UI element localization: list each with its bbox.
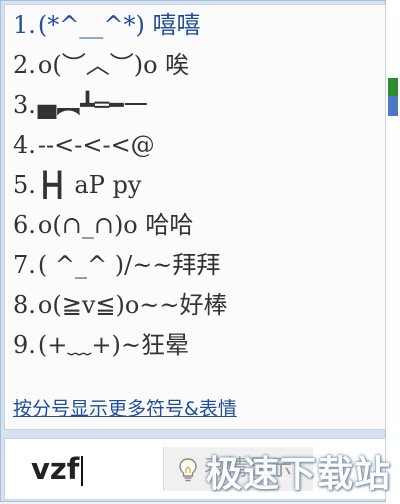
candidate-text: o(︶︿︶)o 唉 [37,51,190,79]
candidate-number: 5. [13,171,36,199]
background-window-fragment [388,78,398,96]
candidate-7[interactable]: 7.( ^_^ )/~~拜拜 [13,245,228,285]
candidate-number: 1. [13,11,36,39]
candidate-text: ▄︻┻═━一 [37,91,148,119]
candidate-2[interactable]: 2.o(︶︿︶)o 唉 [13,45,228,85]
background-window-fragment [388,96,398,116]
candidate-number: 4. [13,131,36,159]
candidate-number: 2. [13,51,36,79]
more-symbols-link[interactable]: 按分号显示更多符号&表情 [13,395,237,423]
background-window-edge [386,0,400,504]
candidate-number: 6. [13,211,36,239]
candidate-list: 1.(*^__^*) 嘻嘻 2.o(︶︿︶)o 唉 3.▄︻┻═━一 4.--<… [13,5,228,365]
candidate-text: (*^__^*) 嘻嘻 [37,11,201,39]
candidate-text: --<-<-<@ [37,131,155,159]
text-caret [81,456,84,486]
composition-input[interactable]: vzf [31,449,84,489]
emoji-hint-button[interactable]: 表情显示 [163,447,313,491]
candidate-8[interactable]: 8.o(≧v≦)o~~好棒 [13,285,228,325]
candidate-number: 3. [13,91,36,119]
candidate-number: 8. [13,291,36,319]
candidate-6[interactable]: 6.o(∩_∩)o 哈哈 [13,205,228,245]
candidate-3[interactable]: 3.▄︻┻═━一 [13,85,228,125]
composition-row: vzf 表情显示 [4,438,386,500]
candidate-5[interactable]: 5.┣┫ aP py [13,165,228,205]
candidate-9[interactable]: 9.(+﹏+)~狂晕 [13,325,228,365]
candidate-text: (+﹏+)~狂晕 [37,331,189,359]
candidate-number: 7. [13,251,36,279]
ime-candidate-window: 1.(*^__^*) 嘻嘻 2.o(︶︿︶)o 唉 3.▄︻┻═━一 4.--<… [0,0,386,502]
candidate-text: ( ^_^ )/~~拜拜 [37,251,221,279]
candidate-number: 9. [13,331,36,359]
candidate-text: ┣┫ aP py [37,171,142,199]
emoji-hint-label: 表情显示 [204,456,293,481]
lightbulb-icon [179,458,197,482]
candidate-panel: 1.(*^__^*) 嘻嘻 2.o(︶︿︶)o 唉 3.▄︻┻═━一 4.--<… [4,4,386,430]
candidate-text: o(∩_∩)o 哈哈 [37,211,194,239]
composition-text: vzf [31,452,80,486]
candidate-4[interactable]: 4.--<-<-<@ [13,125,228,165]
candidate-text: o(≧v≦)o~~好棒 [37,291,228,319]
candidate-1[interactable]: 1.(*^__^*) 嘻嘻 [13,5,228,45]
